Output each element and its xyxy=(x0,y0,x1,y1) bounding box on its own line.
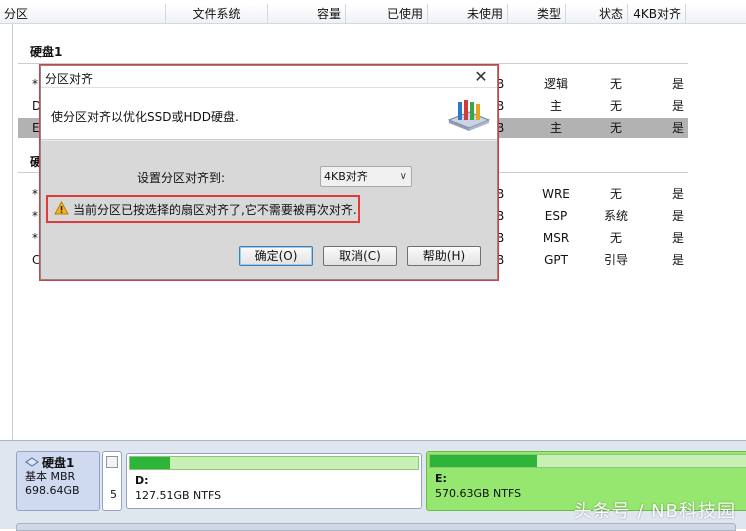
slot-checkbox[interactable] xyxy=(106,456,118,468)
dialog-description: 使分区对齐以优化SSD或HDD硬盘. xyxy=(51,110,239,124)
partition-align-dialog: 分区对齐 ✕ 使分区对齐以优化SSD或HDD硬盘. 设置分区对齐到: 4KB对齐… xyxy=(40,65,498,280)
usage-bar xyxy=(429,454,746,468)
cell-status: 无 xyxy=(609,231,622,245)
col-used[interactable]: 已使用 xyxy=(346,4,428,24)
slot-number: 5 xyxy=(110,488,117,501)
warning-message: 当前分区已按选择的扇区对齐了,它不需要被再次对齐. xyxy=(46,195,360,223)
cell-aligned: 是 xyxy=(671,231,684,245)
align-partition-icon xyxy=(445,94,493,134)
col-4k-aligned[interactable]: 4KB对齐 xyxy=(628,4,686,24)
small-partition-slot[interactable]: 5 xyxy=(102,451,122,511)
partition-label: D: xyxy=(135,474,149,487)
disk1-separator xyxy=(18,63,688,64)
cell-status: 无 xyxy=(609,99,622,113)
cell-name: * xyxy=(32,77,38,91)
dialog-title: 分区对齐 xyxy=(45,72,94,86)
cell-name: * xyxy=(32,187,38,201)
disk-kind: 基本 MBR xyxy=(25,470,76,483)
disk1-title: 硬盘1 xyxy=(30,45,63,59)
dialog-banner: 使分区对齐以优化SSD或HDD硬盘. xyxy=(41,88,497,140)
col-unused[interactable]: 未使用 xyxy=(428,4,508,24)
col-type[interactable]: 类型 xyxy=(508,4,566,24)
usage-bar xyxy=(129,456,419,470)
warning-text: 当前分区已按选择的扇区对齐了,它不需要被再次对齐. xyxy=(73,202,357,217)
cell-type: 逻辑 xyxy=(543,77,568,91)
cell-name: * xyxy=(32,231,38,245)
cell-aligned: 是 xyxy=(671,187,684,201)
align-setting-label: 设置分区对齐到: xyxy=(137,171,226,185)
cell-aligned: 是 xyxy=(671,253,684,267)
disk-map: 硬盘1 基本 MBR 698.64GB 5 D: 127.51GB NTFS E… xyxy=(0,440,746,531)
cancel-button[interactable]: 取消(C) xyxy=(323,246,397,266)
watermark: 头条号 / NB科技园 xyxy=(573,501,736,522)
cell-type: GPT xyxy=(544,253,568,267)
cell-name: * xyxy=(32,209,38,223)
col-filesystem[interactable]: 文件系统 xyxy=(166,4,268,24)
col-capacity[interactable]: 容量 xyxy=(268,4,346,24)
dialog-body: 设置分区对齐到: 4KB对齐 ∨ 当前分区已按选择的扇区对齐了,它不需要被再次对… xyxy=(41,141,497,279)
usage-fill xyxy=(430,455,537,467)
cell-aligned: 是 xyxy=(671,99,684,113)
dialog-titlebar[interactable]: 分区对齐 ✕ xyxy=(41,66,497,88)
chevron-down-icon: ∨ xyxy=(399,171,407,182)
cell-type: ESP xyxy=(544,209,568,223)
cell-status: 无 xyxy=(609,77,622,91)
cell-name: E xyxy=(32,121,40,135)
column-header: 分区 文件系统 容量 已使用 未使用 类型 状态 4KB对齐 xyxy=(0,4,746,24)
partition-label: E: xyxy=(435,472,447,485)
cell-status: 引导 xyxy=(603,253,628,267)
warning-icon xyxy=(54,200,69,218)
cell-status: 无 xyxy=(609,121,622,135)
cell-type: MSR xyxy=(542,231,570,245)
disk-name: 硬盘1 xyxy=(42,456,75,470)
disk-info-title: 硬盘1 xyxy=(25,456,99,470)
cell-type: 主 xyxy=(549,121,562,135)
disk2-map-strip xyxy=(16,523,736,531)
cell-type: 主 xyxy=(549,99,562,113)
disk-icon xyxy=(25,456,39,470)
cell-status: 系统 xyxy=(603,209,628,223)
partition-size: 127.51GB NTFS xyxy=(135,489,222,502)
alignment-select[interactable]: 4KB对齐 ∨ xyxy=(320,166,412,187)
cell-status: 无 xyxy=(609,187,622,201)
ok-button[interactable]: 确定(O) xyxy=(239,246,313,266)
disk-info-card[interactable]: 硬盘1 基本 MBR 698.64GB xyxy=(16,451,100,511)
cell-aligned: 是 xyxy=(671,121,684,135)
alignment-select-value: 4KB对齐 xyxy=(324,170,368,183)
cell-type: WRE xyxy=(542,187,570,201)
col-partition[interactable]: 分区 xyxy=(0,4,166,24)
close-icon[interactable]: ✕ xyxy=(471,67,491,87)
partition-size: 570.63GB NTFS xyxy=(435,487,522,500)
partition-block-d[interactable]: D: 127.51GB NTFS xyxy=(126,453,422,509)
help-button[interactable]: 帮助(H) xyxy=(407,246,481,266)
usage-fill xyxy=(130,457,171,469)
col-status[interactable]: 状态 xyxy=(566,4,628,24)
cell-aligned: 是 xyxy=(671,209,684,223)
disk-size: 698.64GB xyxy=(25,484,80,497)
cell-aligned: 是 xyxy=(671,77,684,91)
